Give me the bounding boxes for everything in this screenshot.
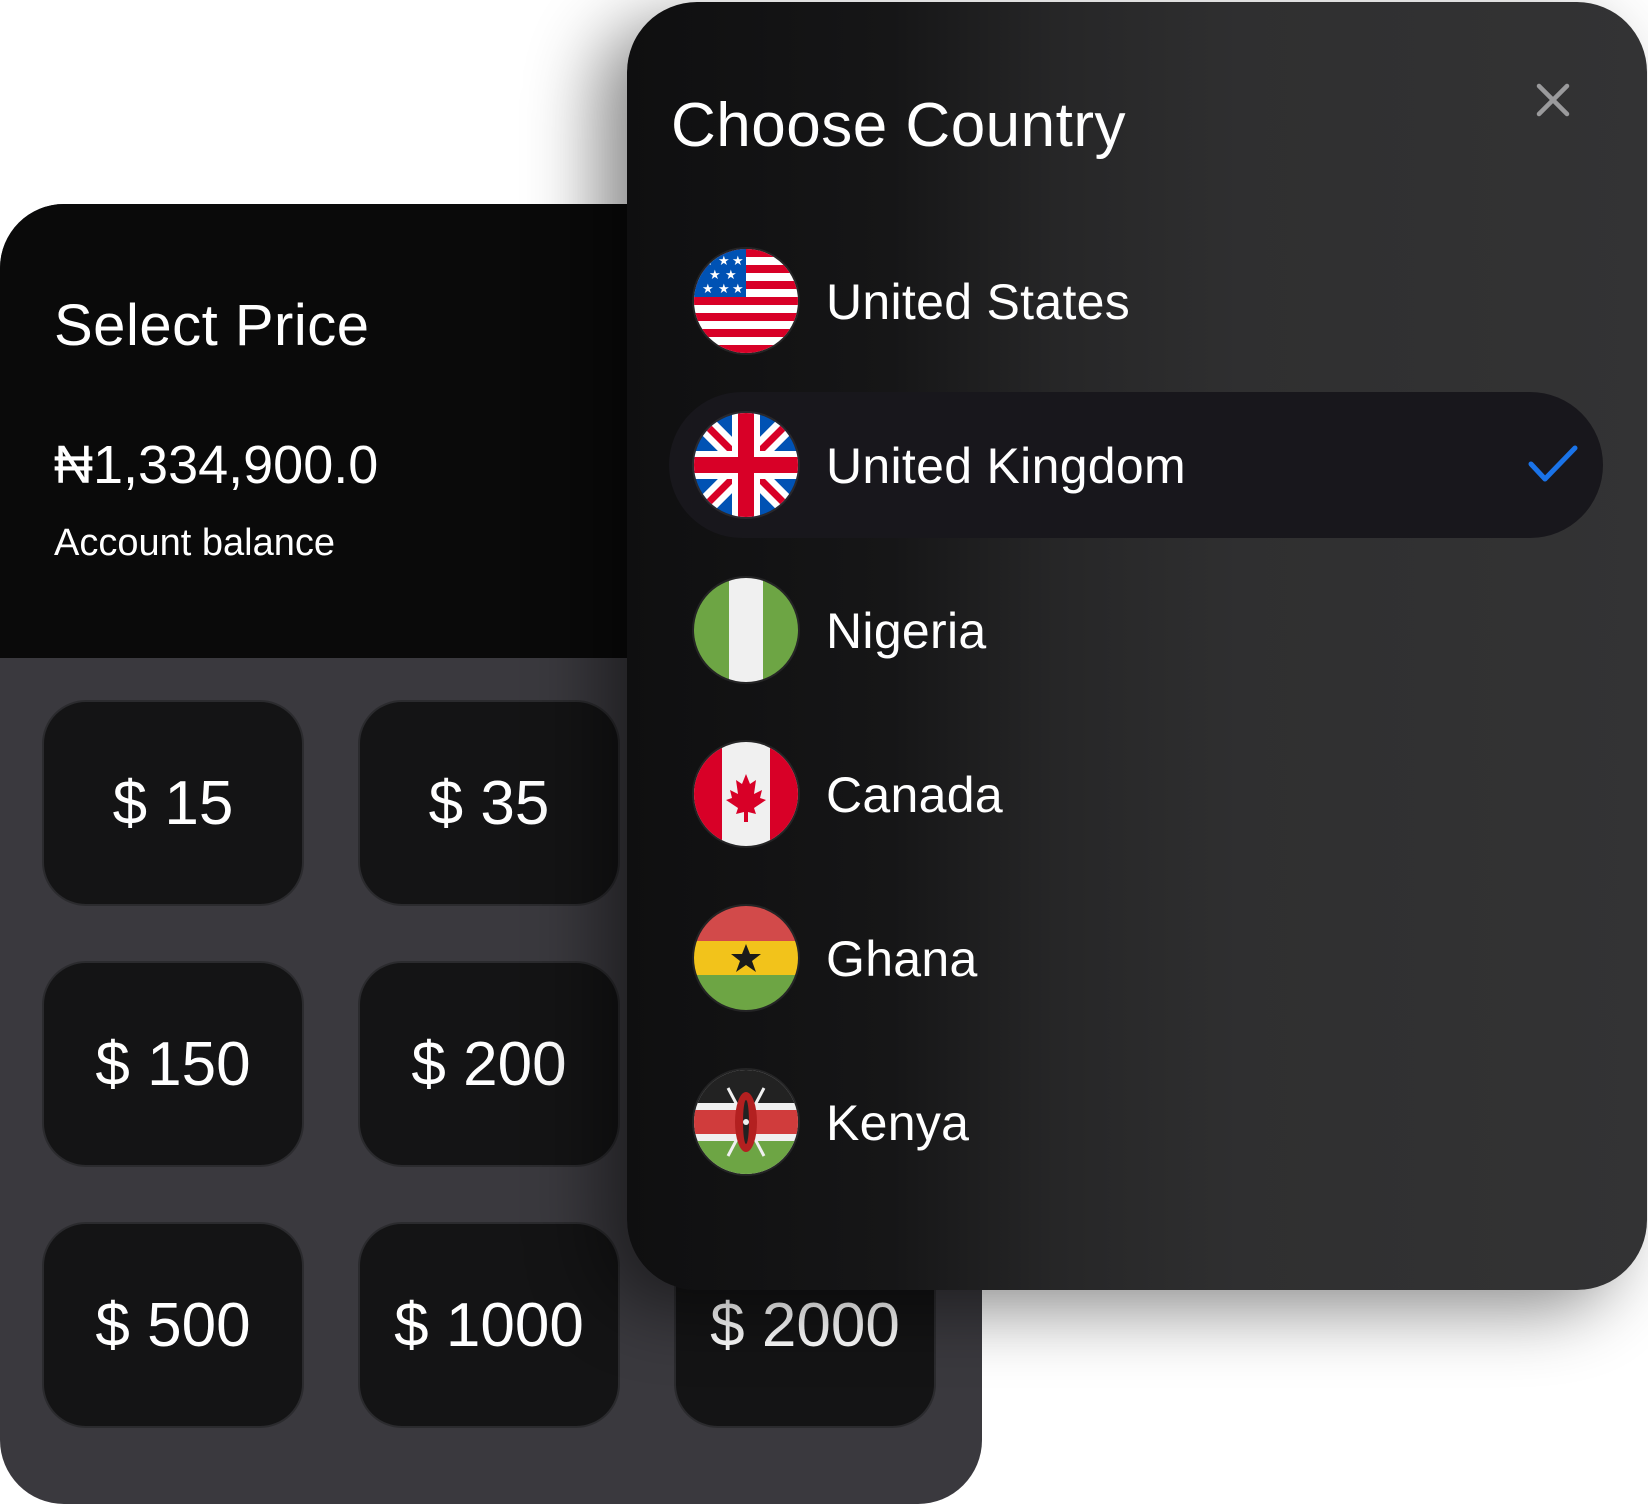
kenya-flag-icon — [694, 1070, 798, 1174]
close-icon — [1536, 83, 1570, 117]
price-option-button[interactable]: $ 500 — [42, 1222, 304, 1428]
svg-text:★: ★ — [702, 282, 714, 297]
country-option-kenya[interactable]: Kenya — [669, 1049, 1603, 1195]
country-option-canada[interactable]: Canada — [669, 721, 1603, 867]
uk-flag-icon — [694, 413, 798, 517]
ghana-flag-icon — [694, 906, 798, 1010]
country-option-united-kingdom[interactable]: United Kingdom — [669, 392, 1603, 538]
country-name: Nigeria — [826, 603, 987, 659]
country-option-nigeria[interactable]: Nigeria — [669, 557, 1603, 703]
price-option-button[interactable]: $ 1000 — [358, 1222, 620, 1428]
account-balance-label: Account balance — [54, 522, 335, 564]
close-button[interactable] — [1527, 74, 1579, 126]
svg-text:★: ★ — [718, 282, 730, 297]
svg-text:★: ★ — [732, 282, 744, 297]
nigeria-flag-icon — [694, 578, 798, 682]
checkmark-icon — [1528, 445, 1578, 482]
country-name: United States — [826, 274, 1131, 330]
canada-flag-icon — [694, 742, 798, 846]
country-name: Ghana — [826, 931, 978, 987]
account-balance-amount: ₦1,334,900.0 — [54, 435, 379, 495]
svg-text:★: ★ — [732, 254, 744, 269]
choose-country-panel: Choose Country ★ ★ ★ ★ ★ ★ ★ ★ United St… — [627, 2, 1647, 1290]
price-option-button[interactable]: $ 15 — [42, 700, 304, 906]
svg-text:★: ★ — [702, 254, 714, 269]
screen: Select Price ₦1,334,900.0 Account balanc… — [0, 0, 1648, 1505]
svg-text:★: ★ — [709, 268, 721, 283]
country-option-united-states[interactable]: ★ ★ ★ ★ ★ ★ ★ ★ United States — [669, 228, 1603, 374]
svg-text:★: ★ — [718, 254, 730, 269]
us-flag-icon: ★ ★ ★ ★ ★ ★ ★ ★ — [694, 249, 798, 353]
page-title: Select Price — [54, 293, 370, 358]
country-name: Kenya — [826, 1095, 970, 1151]
svg-text:★: ★ — [725, 268, 737, 283]
price-option-button[interactable]: $ 35 — [358, 700, 620, 906]
price-option-button[interactable]: $ 150 — [42, 961, 304, 1167]
country-name: Canada — [826, 767, 1003, 823]
country-name: United Kingdom — [826, 438, 1186, 494]
panel-title: Choose Country — [671, 91, 1127, 160]
country-option-ghana[interactable]: Ghana — [669, 885, 1603, 1031]
price-option-button[interactable]: $ 200 — [358, 961, 620, 1167]
